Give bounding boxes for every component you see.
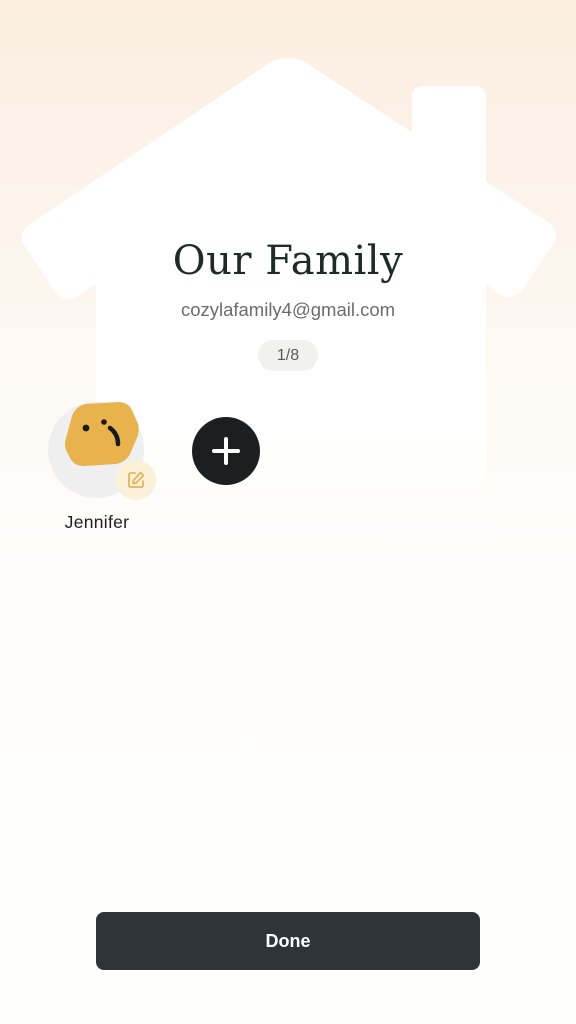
family-title: Our Family — [172, 238, 404, 284]
family-email: cozylafamily4@gmail.com — [180, 299, 396, 320]
member-name: Jennifer — [64, 512, 130, 532]
edit-icon — [128, 471, 145, 488]
done-button[interactable]: Done — [96, 912, 480, 970]
add-member-button[interactable] — [192, 417, 260, 485]
plus-icon — [212, 437, 240, 465]
edit-avatar-button[interactable] — [116, 460, 156, 500]
avatar[interactable] — [48, 402, 156, 500]
member-count-badge: 1/8 — [258, 340, 318, 371]
